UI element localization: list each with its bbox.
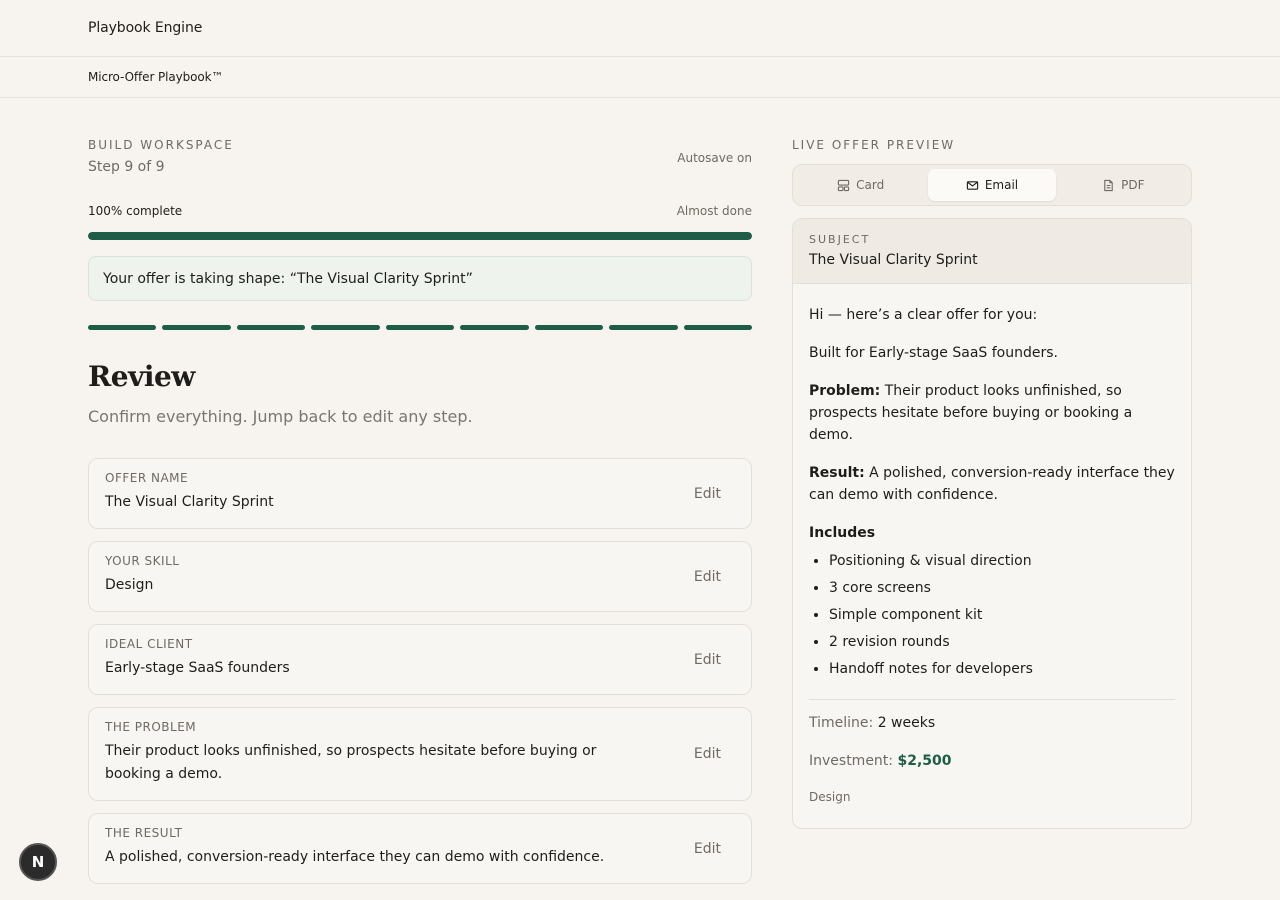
include-item: Handoff notes for developers [829,656,1175,683]
tab-email[interactable]: Email [928,169,1056,201]
include-item: 3 core screens [829,575,1175,602]
divider [809,699,1175,700]
review-item-label: IDEAL CLIENT [105,637,193,651]
autosave-status: Autosave on [677,151,752,165]
investment-value: $2,500 [897,753,952,769]
progress-status: Almost done [676,204,752,218]
step-segment [609,325,678,330]
timeline-label: Timeline: [809,715,874,731]
edit-button[interactable]: Edit [694,569,721,585]
include-item: Positioning & visual direction [829,548,1175,575]
tab-pdf-label: PDF [1121,178,1145,192]
step-indicator: Step 9 of 9 [88,159,165,175]
review-item-value: The Visual Clarity Sprint [105,494,274,510]
timeline-value: 2 weeks [877,715,936,731]
tab-card[interactable]: Card [797,169,924,201]
playbook-title: Micro-Offer Playbook™ [88,70,224,84]
review-item-label: THE RESULT [105,826,183,840]
sub-bar: Micro-Offer Playbook™ [0,57,1280,98]
page-title: Review [88,360,195,393]
progress-label: 100% complete [88,204,183,218]
include-item: Simple component kit [829,602,1175,629]
workspace-header: BUILD WORKSPACE Step 9 of 9 Autosave on [88,138,752,178]
email-preview: SUBJECT The Visual Clarity Sprint Hi — h… [792,218,1192,829]
progress-bar [88,232,752,240]
mail-icon [966,180,979,190]
includes-heading: Includes [809,525,876,541]
timeline-row: Timeline: 2 weeks [809,712,1175,734]
document-icon [1104,179,1113,191]
review-item-value: Early-stage SaaS founders [105,660,290,676]
subject-label: SUBJECT [809,233,871,246]
progress-bar-fill [88,232,752,240]
top-bar: Playbook Engine [0,0,1280,57]
problem-label: Problem: [809,383,881,399]
review-item: YOUR SKILL Design Edit [88,541,752,612]
review-item: THE RESULT A polished, conversion-ready i… [88,813,752,884]
subject-value: The Visual Clarity Sprint [809,252,978,268]
page-subtitle: Confirm everything. Jump back to edit an… [88,407,473,426]
edit-button[interactable]: Edit [694,746,721,762]
investment-row: Investment: $2,500 [809,750,1175,772]
step-segment [683,325,752,330]
build-workspace: BUILD WORKSPACE Step 9 of 9 Autosave on … [88,98,752,896]
investment-label: Investment: [809,753,894,769]
email-body: Hi — here’s a clear offer for you: Built… [793,284,1191,828]
step-segment [385,325,455,330]
review-item: IDEAL CLIENT Early-stage SaaS founders Edi… [88,624,752,695]
review-item-label: OFFER NAME [105,471,189,485]
include-item: 2 revision rounds [829,629,1175,656]
workspace-eyebrow: BUILD WORKSPACE [88,138,234,152]
review-item-value: A polished, conversion-ready interface t… [105,849,605,865]
step-segment [534,325,604,330]
step-segment [311,325,380,330]
email-result: Result: A polished, conversion-ready int… [809,462,1175,506]
brand-name[interactable]: Playbook Engine [88,20,202,36]
result-label: Result: [809,465,865,481]
card-icon [837,179,850,191]
edit-button[interactable]: Edit [694,841,721,857]
offer-banner: Your offer is taking shape: “The Visual … [88,256,752,301]
includes-list: Positioning & visual direction3 core scr… [829,548,1175,683]
preview-tabs: Card Email PDF [792,164,1192,206]
skill-tag: Design [809,790,851,804]
review-item: THE PROBLEM Their product looks unfinishe… [88,707,752,801]
step-segment [162,325,231,330]
review-item-value: Their product looks unfinished, so prosp… [105,743,597,782]
nextjs-badge[interactable]: N [19,843,57,881]
step-segments [88,325,752,330]
email-subject: SUBJECT The Visual Clarity Sprint [793,219,1191,284]
step-segment [88,325,157,330]
preview-eyebrow: LIVE OFFER PREVIEW [792,138,956,152]
progress-row: 100% complete Almost done [88,204,752,220]
review-item-value: Design [105,577,154,593]
review-item-label: YOUR SKILL [105,554,180,568]
email-greeting: Hi — here’s a clear offer for you: [809,307,1038,323]
review-item: OFFER NAME The Visual Clarity Sprint Edit [88,458,752,529]
edit-button[interactable]: Edit [694,486,721,502]
email-built-for: Built for Early-stage SaaS founders. [809,345,1058,361]
tab-card-label: Card [856,178,885,192]
edit-button[interactable]: Edit [694,652,721,668]
step-segment [460,325,529,330]
review-list: OFFER NAME The Visual Clarity Sprint Edit Y… [88,458,752,884]
review-item-label: THE PROBLEM [105,720,197,734]
email-problem: Problem: Their product looks unfinished,… [809,380,1175,446]
tab-email-label: Email [984,178,1019,192]
step-segment [236,325,306,330]
tab-pdf[interactable]: PDF [1060,169,1187,201]
live-preview: LIVE OFFER PREVIEW Card Email PDF SUBJEC… [792,98,1192,829]
